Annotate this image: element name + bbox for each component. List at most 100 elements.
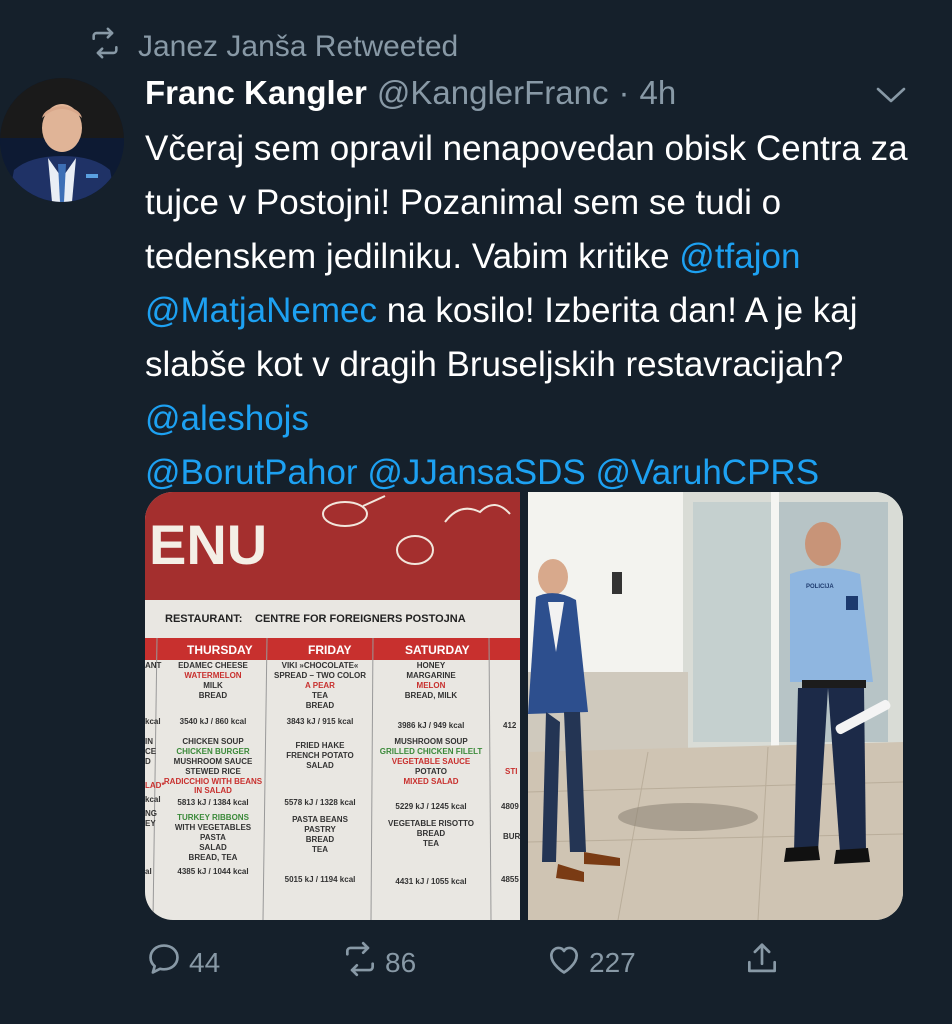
left-edge-text: NG (145, 809, 157, 818)
kcal-value: 5229 kJ / 1245 kcal (395, 802, 466, 811)
kcal-value: 4385 kJ / 1044 kcal (177, 867, 248, 876)
retweet-label: Janez Janša Retweeted (138, 30, 459, 63)
menu-item: FRENCH POTATO (286, 751, 354, 760)
separator-dot: · (618, 74, 630, 111)
visit-photo[interactable]: POLICIJA (528, 492, 903, 920)
kcal-value: 3986 kJ / 949 kcal (398, 721, 465, 730)
menu-item: SALAD (199, 843, 227, 852)
menu-item: FRIED HAKE (296, 741, 346, 750)
action-bar: 44 86 227 (145, 940, 905, 988)
menu-item: VIKI »CHOCOLATE« (282, 661, 359, 670)
restaurant-label: RESTAURANT: (165, 613, 242, 625)
avatar[interactable] (0, 78, 124, 202)
menu-item: BREAD (199, 691, 228, 700)
menu-item: POTATO (415, 767, 447, 776)
tweet-text-space (586, 453, 596, 492)
mention-link[interactable]: @VaruhCPRS (595, 453, 819, 492)
right-edge-text: 412 (503, 721, 517, 730)
left-edge-text: EY (145, 819, 156, 828)
mention-link[interactable]: @JJansaSDS (367, 453, 585, 492)
restaurant-name: CENTRE FOR FOREIGNERS POSTOJNA (255, 613, 466, 625)
right-edge-text: BUR (503, 832, 520, 841)
author-handle[interactable]: @KanglerFranc (377, 74, 609, 112)
menu-item: MUSHROOM SAUCE (174, 757, 253, 766)
left-edge-text: kcal (145, 795, 161, 804)
left-edge-text: LAD* (145, 781, 165, 790)
chevron-down-icon[interactable] (872, 80, 910, 110)
retweet-context[interactable]: Janez Janša Retweeted (88, 26, 458, 68)
day-header: FRIDAY (308, 643, 352, 657)
reply-button[interactable]: 44 (145, 940, 220, 985)
menu-item: BREAD (306, 701, 335, 710)
kcal-value: 3540 kJ / 860 kcal (180, 717, 247, 726)
day-header: THURSDAY (187, 643, 253, 657)
right-edge-text: 4855 (501, 875, 519, 884)
retweet-button[interactable]: 86 (341, 940, 416, 985)
tweet-text-space (358, 453, 368, 492)
menu-item: MARGARINE (406, 671, 456, 680)
right-edge-text: 4809 (501, 802, 519, 811)
menu-item: BREAD (417, 829, 446, 838)
timestamp[interactable]: 4h (640, 74, 677, 112)
left-edge-text: ANT (145, 661, 162, 670)
kcal-value: 5015 kJ / 1194 kcal (285, 875, 356, 884)
day-header: SATURDAY (405, 643, 470, 657)
reply-icon (145, 940, 183, 985)
menu-item: RADICCHIO WITH BEANS (164, 777, 263, 786)
menu-item: HONEY (417, 661, 446, 670)
mention-link[interactable]: @tfajon (679, 237, 800, 276)
menu-item: CHICKEN BURGER (176, 747, 250, 756)
menu-item: SPREAD – TWO COLOR (274, 671, 366, 680)
left-edge-text: IN (145, 737, 153, 746)
heart-icon (545, 940, 583, 985)
share-icon (743, 940, 781, 985)
media-grid: ENU RESTAURANT: CENTRE FOR FOREIGNERS PO… (145, 492, 903, 920)
menu-item: STEWED RICE (185, 767, 241, 776)
like-count: 227 (589, 946, 636, 978)
tweet-header: Franc Kangler @KanglerFranc · 4h (145, 74, 676, 112)
menu-item: GRILLED CHICKEN FILELT (380, 747, 483, 756)
menu-item: MELON (417, 681, 446, 690)
left-edge-text: D (145, 757, 151, 766)
menu-item: VEGETABLE SAUCE (392, 757, 471, 766)
right-edge-text: STI (505, 767, 517, 776)
menu-title: ENU (149, 513, 267, 576)
menu-item: BREAD (306, 835, 335, 844)
menu-item: A PEAR (305, 681, 335, 690)
menu-item: MUSHROOM SOUP (394, 737, 468, 746)
left-edge-text: kcal (145, 717, 161, 726)
menu-item: VEGETABLE RISOTTO (388, 819, 474, 828)
kcal-value: 5578 kJ / 1328 kcal (284, 798, 355, 807)
menu-item: PASTA BEANS (292, 815, 349, 824)
left-edge-text: CE (145, 747, 157, 756)
menu-item: TURKEY RIBBONS (177, 813, 250, 822)
menu-item: TEA (312, 691, 328, 700)
mention-link[interactable]: @MatjaNemec (145, 291, 377, 330)
menu-item: MIXED SALAD (403, 777, 458, 786)
retweet-count: 86 (385, 946, 417, 978)
share-button[interactable] (743, 940, 781, 985)
menu-item: IN SALAD (194, 786, 232, 795)
menu-item: SALAD (306, 761, 334, 770)
kcal-value: 4431 kJ / 1055 kcal (395, 877, 466, 886)
left-edge-text: al (145, 867, 152, 876)
like-button[interactable]: 227 (545, 940, 636, 985)
retweet-icon (88, 26, 122, 68)
menu-item: BREAD, TEA (189, 853, 238, 862)
reply-count: 44 (189, 946, 221, 978)
menu-item: TEA (423, 839, 439, 848)
menu-item: WATERMELON (184, 671, 241, 680)
menu-photo[interactable]: ENU RESTAURANT: CENTRE FOR FOREIGNERS PO… (145, 492, 520, 920)
menu-item: PASTRY (304, 825, 336, 834)
author-name[interactable]: Franc Kangler (145, 74, 367, 112)
retweet-icon (341, 940, 379, 985)
tweet-text: Včeraj sem opravil nenapovedan obisk Cen… (145, 122, 935, 500)
menu-item: CHICKEN SOUP (182, 737, 244, 746)
menu-item: MILK (203, 681, 223, 690)
menu-item: WITH VEGETABLES (175, 823, 252, 832)
mention-link[interactable]: @BorutPahor (145, 453, 358, 492)
mention-link[interactable]: @aleshojs (145, 399, 309, 438)
kcal-value: 5813 kJ / 1384 kcal (177, 798, 248, 807)
menu-item: TEA (312, 845, 328, 854)
kcal-value: 3843 kJ / 915 kcal (287, 717, 354, 726)
